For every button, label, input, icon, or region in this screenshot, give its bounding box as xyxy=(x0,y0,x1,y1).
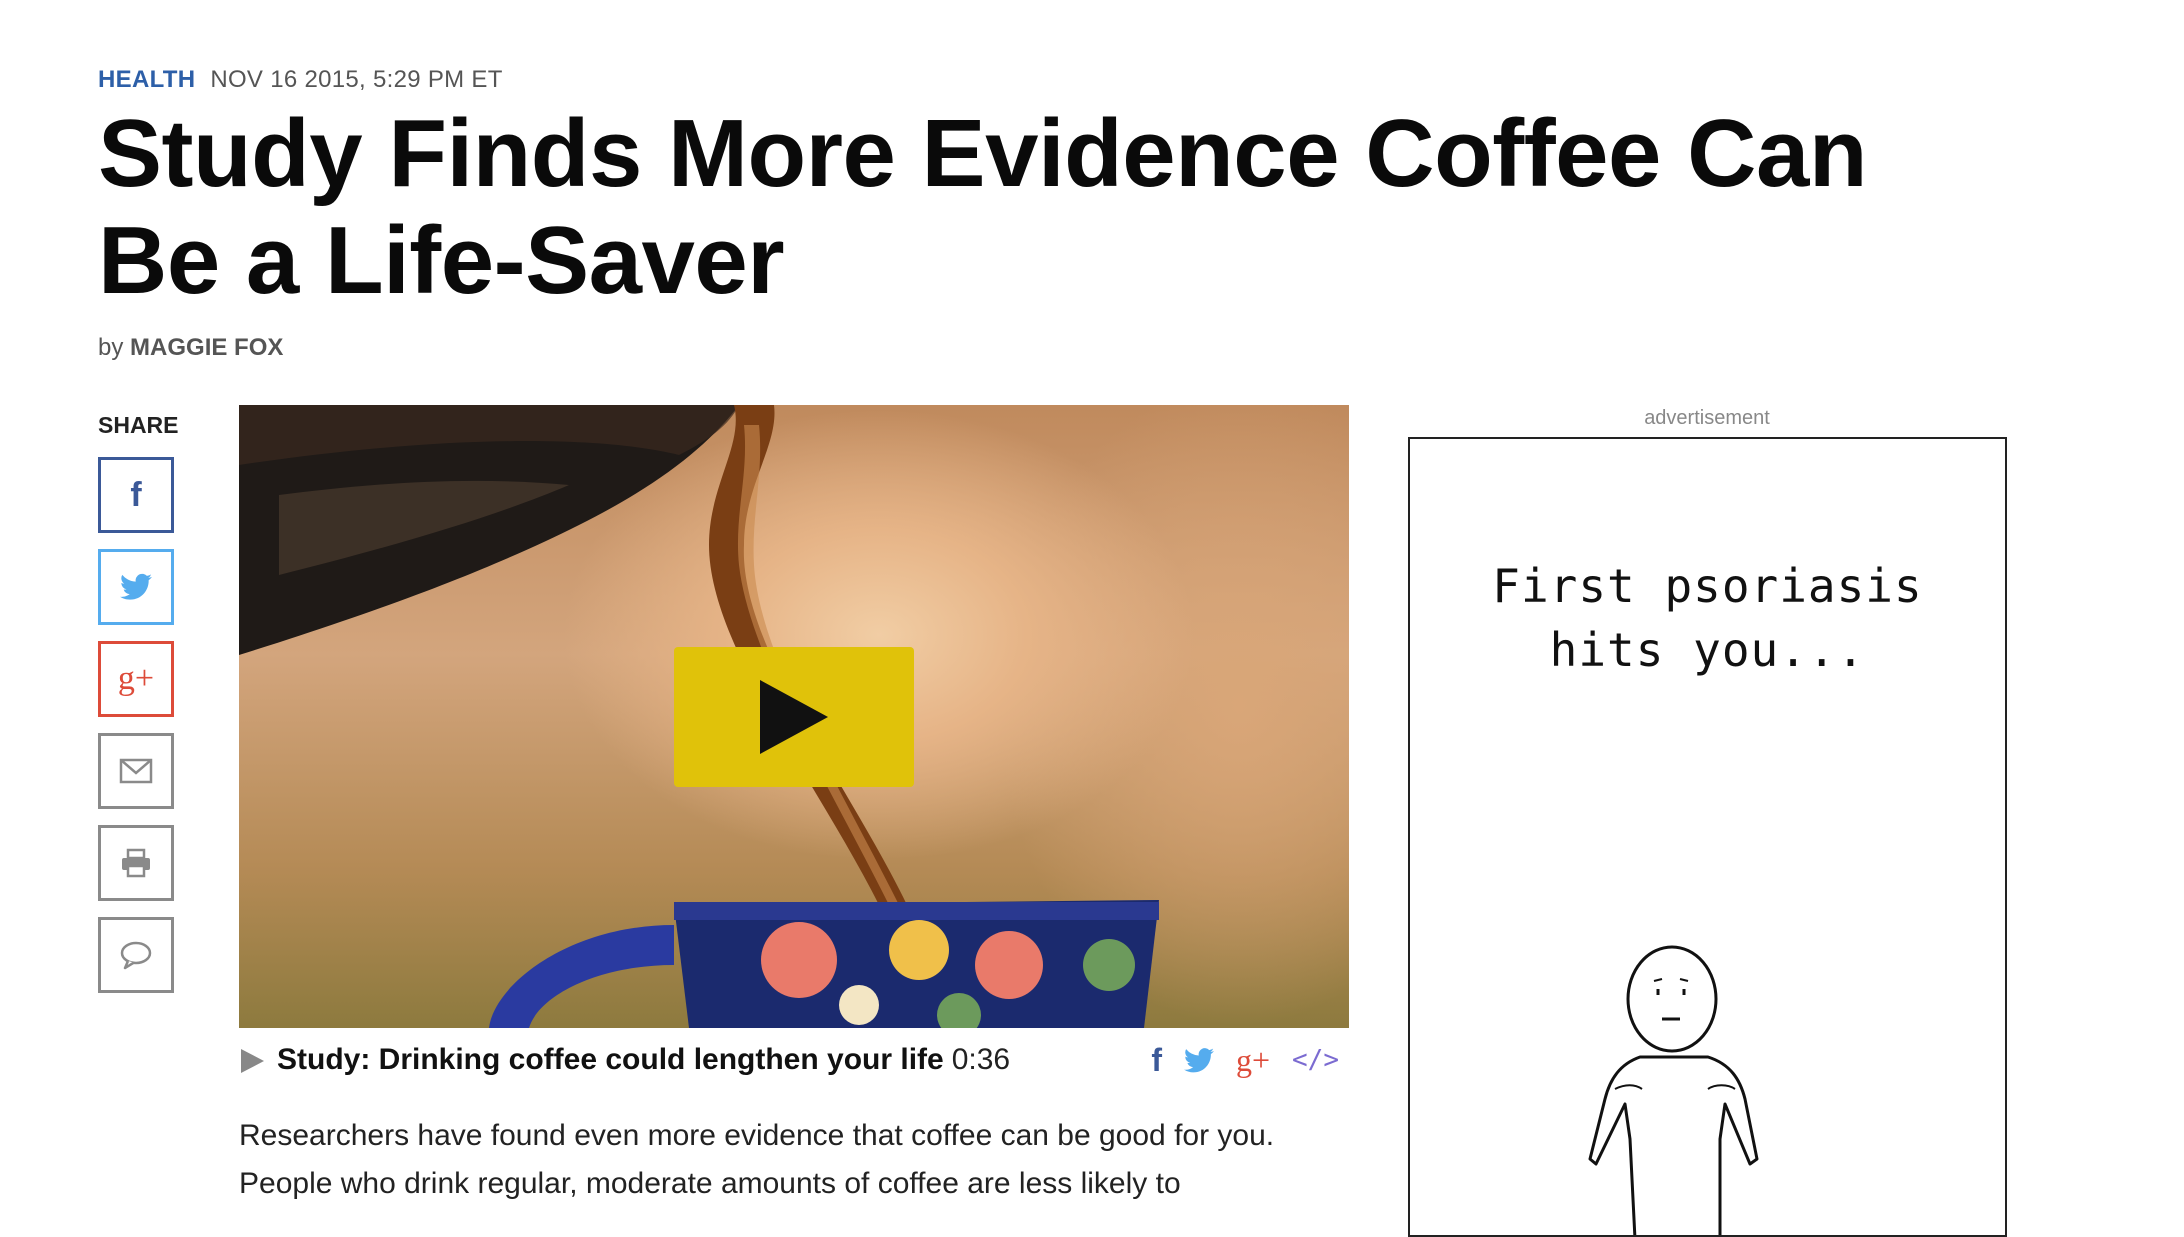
envelope-icon xyxy=(119,758,153,784)
headline: Study Finds More Evidence Coffee Can Be … xyxy=(98,100,1867,314)
article-meta: HEALTH NOV 16 2015, 5:29 PM ET xyxy=(98,66,503,94)
play-button[interactable] xyxy=(674,647,914,787)
share-twitter-button[interactable] xyxy=(98,549,174,625)
author-link[interactable]: MAGGIE FOX xyxy=(130,334,283,361)
video-caption: Study: Drinking coffee could lengthen yo… xyxy=(239,1040,1349,1080)
article-body-paragraph: Researchers have found even more evidenc… xyxy=(239,1119,1275,1200)
video-player[interactable] xyxy=(239,405,1349,1028)
advertisement-label: advertisement xyxy=(1644,407,1770,429)
video-title[interactable]: Study: Drinking coffee could lengthen yo… xyxy=(277,1040,1010,1080)
cartoon-person-illustration xyxy=(1588,945,1759,1235)
byline: by MAGGIE FOX xyxy=(98,334,283,362)
google-plus-icon[interactable]: g+ xyxy=(1236,1040,1270,1080)
google-plus-icon: g+ xyxy=(117,660,155,697)
printer-icon xyxy=(122,848,150,878)
share-email-button[interactable] xyxy=(98,733,174,809)
video-title-text: Study: Drinking coffee could lengthen yo… xyxy=(277,1043,944,1076)
caption-play-icon[interactable] xyxy=(239,1048,265,1074)
ad-line-2: hits you... xyxy=(1549,623,1866,677)
video-share-icons: f g+ </> xyxy=(1151,1040,1339,1080)
section-link[interactable]: HEALTH xyxy=(98,66,195,93)
twitter-icon[interactable] xyxy=(1183,1047,1214,1073)
publish-date: NOV 16 2015, 5:29 PM ET xyxy=(210,66,503,93)
ad-copy: First psoriasis hits you... xyxy=(1410,554,2005,682)
share-facebook-button[interactable]: f xyxy=(98,457,174,533)
facebook-icon[interactable]: f xyxy=(1151,1040,1162,1080)
facebook-icon: f xyxy=(130,475,142,514)
advertisement-box[interactable]: First psoriasis hits you... xyxy=(1408,437,2007,1237)
speech-bubble-icon xyxy=(120,941,152,970)
video-duration: 0:36 xyxy=(951,1043,1011,1076)
ad-line-1: First psoriasis xyxy=(1492,559,1923,613)
twitter-icon xyxy=(120,573,152,600)
share-google-plus-button[interactable]: g+ xyxy=(98,641,174,717)
share-comment-button[interactable] xyxy=(98,917,174,993)
share-label: SHARE xyxy=(98,412,179,438)
byline-prefix: by xyxy=(98,334,124,361)
embed-code-icon[interactable]: </> xyxy=(1292,1040,1339,1080)
share-print-button[interactable] xyxy=(98,825,174,901)
play-icon xyxy=(760,680,828,754)
